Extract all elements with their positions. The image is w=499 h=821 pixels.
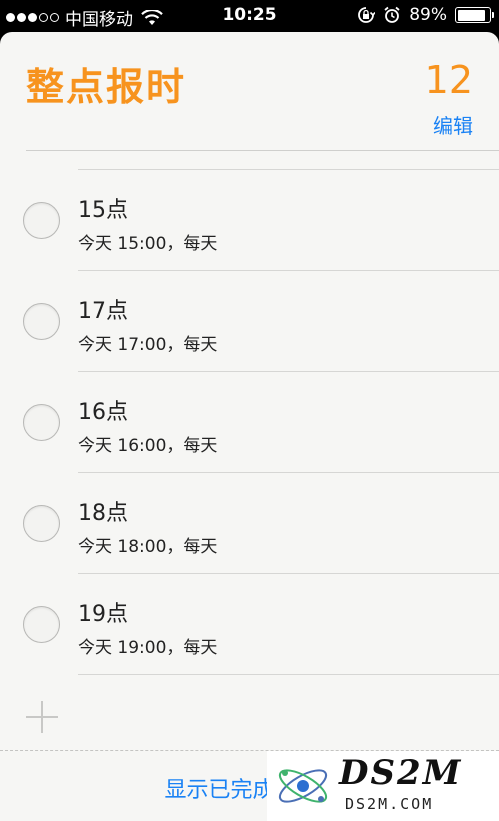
- alarm-icon: [384, 6, 400, 23]
- complete-checkbox[interactable]: [23, 505, 60, 542]
- edit-button[interactable]: 编辑: [433, 110, 473, 139]
- reminder-title: 18点: [78, 501, 128, 526]
- add-reminder-plus-icon[interactable]: [26, 701, 58, 733]
- status-bar: 中国移动 10:25 89%: [0, 0, 499, 32]
- status-right: 89%: [357, 5, 494, 25]
- reminder-title: 15点: [78, 198, 128, 223]
- reminder-due: 今天 16:00，每天: [78, 436, 218, 456]
- battery-fill: [457, 9, 486, 21]
- reminder-item[interactable]: 18点 今天 18:00，每天: [23, 472, 499, 573]
- reminder-item[interactable]: 19点 今天 19:00，每天: [23, 573, 499, 674]
- reminder-item[interactable]: 16点 今天 16:00，每天: [23, 371, 499, 472]
- complete-checkbox[interactable]: [23, 606, 60, 643]
- complete-checkbox[interactable]: [23, 303, 60, 340]
- battery-icon: [455, 7, 494, 23]
- reminder-title: 19点: [78, 602, 128, 627]
- rotation-lock-icon: [358, 7, 376, 23]
- reminder-item[interactable]: 17点 今天 17:00，每天: [23, 270, 499, 371]
- reminder-list: 15点 今天 15:00，每天 17点 今天 17:00，每天 16点 今天 1…: [0, 169, 499, 675]
- list-title: 整点报时: [26, 65, 187, 109]
- reminder-item[interactable]: 15点 今天 15:00，每天: [23, 169, 499, 270]
- reminder-due: 今天 17:00，每天: [78, 335, 218, 355]
- watermark-url: DS2M.COM: [345, 795, 434, 813]
- reminder-due: 今天 18:00，每天: [78, 537, 218, 557]
- reminder-title: 16点: [78, 400, 128, 425]
- watermark: DS2M DS2M.COM: [267, 751, 499, 821]
- header-divider: [26, 150, 499, 151]
- watermark-brand: DS2M: [339, 753, 463, 793]
- complete-checkbox[interactable]: [23, 202, 60, 239]
- list-count: 12: [424, 58, 473, 102]
- reminders-list-card: 整点报时 12 编辑 15点 今天 15:00，每天 17点 今天 17:00，…: [0, 32, 499, 821]
- complete-checkbox[interactable]: [23, 404, 60, 441]
- list-end-divider: [78, 674, 499, 675]
- reminder-due: 今天 15:00，每天: [78, 234, 218, 254]
- battery-percent: 89%: [409, 5, 447, 25]
- reminder-title: 17点: [78, 299, 128, 324]
- reminder-due: 今天 19:00，每天: [78, 638, 218, 658]
- watermark-logo-icon: [278, 769, 328, 803]
